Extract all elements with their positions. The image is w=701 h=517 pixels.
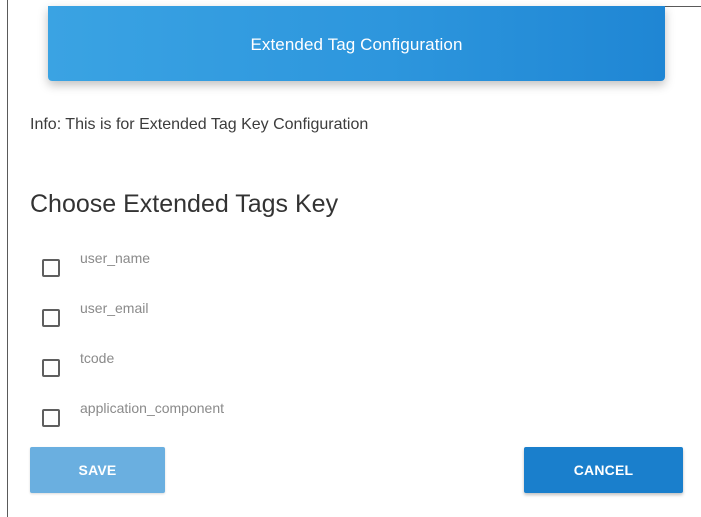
option-label: application_component — [80, 400, 224, 416]
section-title: Choose Extended Tags Key — [30, 190, 339, 218]
user-email-checkbox[interactable] — [42, 309, 60, 327]
application-component-checkbox[interactable] — [42, 409, 60, 427]
option-label: user_name — [80, 250, 151, 266]
info-text: Info: This is for Extended Tag Key Confi… — [30, 116, 369, 133]
dialog-title: Extended Tag Configuration — [250, 34, 463, 54]
option-label: user_email — [80, 300, 149, 316]
cancel-button[interactable]: CANCEL — [524, 447, 683, 493]
option-application-component[interactable]: application_component — [42, 400, 224, 427]
extended-tag-dialog: Extended Tag Configuration Info: This is… — [0, 0, 701, 517]
dialog-header: Extended Tag Configuration — [48, 6, 665, 81]
option-tcode[interactable]: tcode — [42, 350, 114, 377]
user-name-checkbox[interactable] — [42, 259, 60, 277]
frame-border-top-right — [665, 6, 701, 7]
frame-border-left — [7, 0, 8, 517]
option-label: tcode — [80, 350, 115, 366]
option-user-name[interactable]: user_name — [42, 250, 150, 277]
option-user-email[interactable]: user_email — [42, 300, 148, 327]
tcode-checkbox[interactable] — [42, 359, 60, 377]
save-button[interactable]: SAVE — [30, 447, 165, 493]
